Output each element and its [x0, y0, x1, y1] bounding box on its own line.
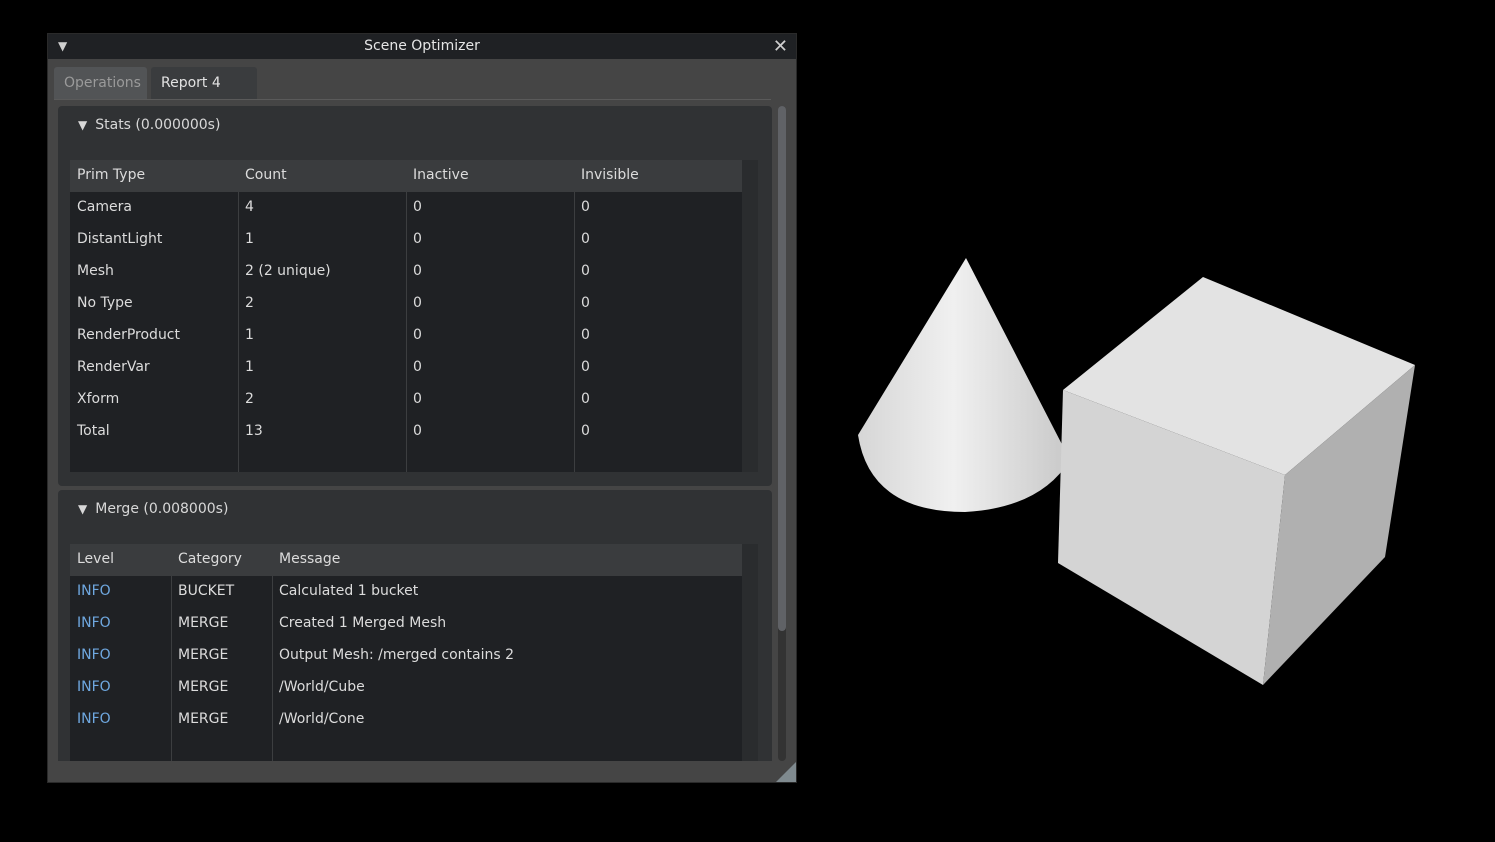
log-message: Calculated 1 bucket	[279, 583, 419, 599]
log-message: /World/Cone	[279, 711, 365, 727]
table-cell: DistantLight	[77, 231, 163, 247]
merge-table-header	[70, 544, 742, 576]
merge-table: Level Category Message INFO BUCKET Calcu…	[70, 544, 758, 761]
column-header-message[interactable]: Message	[279, 551, 340, 567]
scene-optimizer-window[interactable]: ▼ Scene Optimizer ✕ Operations Report 4 …	[47, 33, 797, 783]
table-cell: 0	[581, 199, 590, 215]
tab-report-4[interactable]: Report 4	[151, 67, 257, 99]
column-header-invisible[interactable]: Invisible	[581, 167, 639, 183]
table-cell: 0	[581, 359, 590, 375]
log-category: MERGE	[178, 615, 229, 631]
table-cell: 1	[245, 231, 254, 247]
merge-table-scrollbar[interactable]	[742, 544, 758, 761]
log-category: BUCKET	[178, 583, 235, 599]
table-cell: 0	[413, 359, 422, 375]
window-titlebar[interactable]: ▼ Scene Optimizer ✕	[48, 34, 796, 59]
stats-frame: ▼ Stats (0.000000s) Prim Type Count Inact…	[58, 106, 772, 486]
log-category: MERGE	[178, 711, 229, 727]
merge-frame: ▼ Merge (0.008000s) Level Category Messag…	[58, 490, 772, 761]
table-cell: 13	[245, 423, 263, 439]
stats-table-scrollbar[interactable]	[742, 160, 758, 472]
cone-mesh	[858, 258, 1070, 512]
table-cell: 0	[413, 231, 422, 247]
table-cell: 0	[413, 263, 422, 279]
scene-render	[858, 258, 1415, 685]
column-header-count[interactable]: Count	[245, 167, 287, 183]
table-cell: Xform	[77, 391, 120, 407]
merge-frame-header[interactable]: ▼ Merge (0.008000s)	[78, 501, 228, 517]
table-cell: 0	[581, 423, 590, 439]
table-cell: 0	[413, 199, 422, 215]
column-header-level[interactable]: Level	[77, 551, 114, 567]
table-cell: 1	[245, 359, 254, 375]
column-divider	[171, 576, 172, 761]
table-cell: Total	[77, 423, 110, 439]
merge-frame-title: Merge (0.008000s)	[95, 501, 229, 517]
tab-operations[interactable]: Operations	[54, 67, 147, 99]
table-cell: 0	[413, 295, 422, 311]
table-cell: 0	[581, 391, 590, 407]
table-cell: 2 (2 unique)	[245, 263, 331, 279]
table-cell: 4	[245, 199, 254, 215]
log-category: MERGE	[178, 647, 229, 663]
column-header-category[interactable]: Category	[178, 551, 242, 567]
log-message: Output Mesh: /merged contains 2	[279, 647, 515, 663]
close-icon[interactable]: ✕	[773, 36, 788, 57]
stats-table-header	[70, 160, 742, 192]
table-cell: 0	[581, 231, 590, 247]
table-cell: 2	[245, 391, 254, 407]
table-cell: 2	[245, 295, 254, 311]
cube-mesh	[1058, 277, 1415, 685]
column-divider	[272, 576, 273, 761]
log-message: /World/Cube	[279, 679, 365, 695]
log-message: Created 1 Merged Mesh	[279, 615, 447, 631]
table-cell: 0	[581, 295, 590, 311]
table-cell: 0	[413, 327, 422, 343]
column-divider	[406, 192, 407, 472]
table-cell: 0	[581, 263, 590, 279]
log-level: INFO	[77, 615, 111, 631]
triangle-down-icon[interactable]: ▼	[78, 502, 87, 516]
table-cell: 0	[581, 327, 590, 343]
stats-frame-title: Stats (0.000000s)	[95, 117, 221, 133]
report-scroll-area[interactable]: ▼ Stats (0.000000s) Prim Type Count Inact…	[58, 106, 772, 761]
table-cell: 1	[245, 327, 254, 343]
log-level: INFO	[77, 583, 111, 599]
table-cell: RenderProduct	[77, 327, 180, 343]
report-scrollbar-thumb[interactable]	[778, 106, 786, 631]
column-header-prim-type[interactable]: Prim Type	[77, 167, 145, 183]
table-cell: Camera	[77, 199, 132, 215]
column-divider	[238, 192, 239, 472]
triangle-down-icon[interactable]: ▼	[78, 118, 87, 132]
column-divider	[574, 192, 575, 472]
stats-frame-header[interactable]: ▼ Stats (0.000000s)	[78, 117, 220, 133]
table-cell: 0	[413, 423, 422, 439]
table-cell: No Type	[77, 295, 133, 311]
window-title: Scene Optimizer	[364, 38, 480, 54]
stats-table: Prim Type Count Inactive Invisible Camer…	[70, 160, 758, 472]
log-category: MERGE	[178, 679, 229, 695]
table-cell: RenderVar	[77, 359, 150, 375]
column-header-inactive[interactable]: Inactive	[413, 167, 469, 183]
log-level: INFO	[77, 711, 111, 727]
table-cell: Mesh	[77, 263, 114, 279]
tab-divider	[54, 99, 771, 100]
report-scrollbar[interactable]	[778, 106, 786, 761]
table-cell: 0	[413, 391, 422, 407]
resize-grip-icon[interactable]	[776, 762, 796, 782]
log-level: INFO	[77, 679, 111, 695]
log-level: INFO	[77, 647, 111, 663]
